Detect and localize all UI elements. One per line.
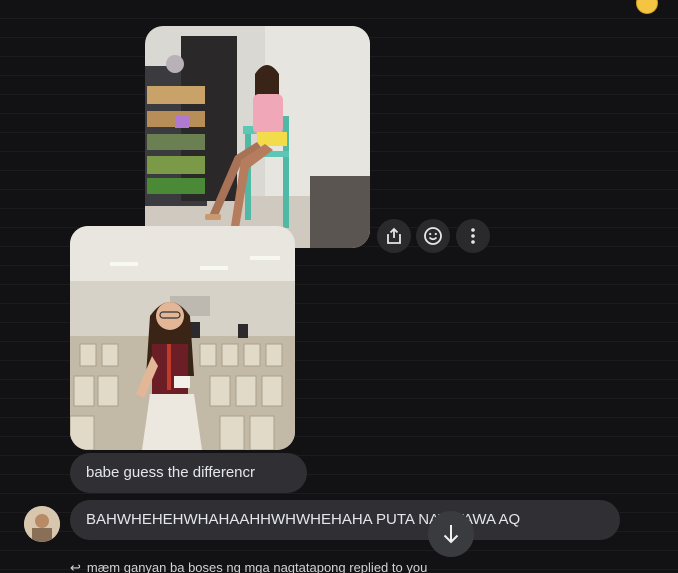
avatar[interactable]	[24, 506, 60, 542]
scroll-to-bottom-button[interactable]	[428, 511, 474, 557]
message-bubble[interactable]: babe guess the differencr	[70, 453, 307, 493]
reply-icon: ↩	[70, 560, 81, 573]
more-vertical-icon	[471, 228, 475, 244]
smiley-icon	[424, 227, 442, 245]
arrow-down-icon	[443, 525, 459, 544]
photo-woman-in-hall[interactable]	[70, 226, 295, 450]
photo-girl-on-chair[interactable]	[145, 26, 370, 248]
message-bubble[interactable]: BAHWHEHEHWHAHAAHHWHWHEHAHA PUTA NATATAWA…	[70, 500, 620, 540]
react-button[interactable]	[416, 219, 450, 253]
chat-screen: babe guess the differencr BAHWHEHEHWHAHA…	[0, 0, 678, 573]
share-button[interactable]	[377, 219, 411, 253]
more-options-button[interactable]	[456, 219, 490, 253]
message-text: babe guess the differencr	[86, 464, 256, 481]
reaction-emoji-icon[interactable]	[636, 0, 658, 14]
share-icon	[387, 227, 401, 244]
reply-notice: ↩ mæm ganyan ba boses ng mga nagtatapong …	[70, 560, 428, 573]
